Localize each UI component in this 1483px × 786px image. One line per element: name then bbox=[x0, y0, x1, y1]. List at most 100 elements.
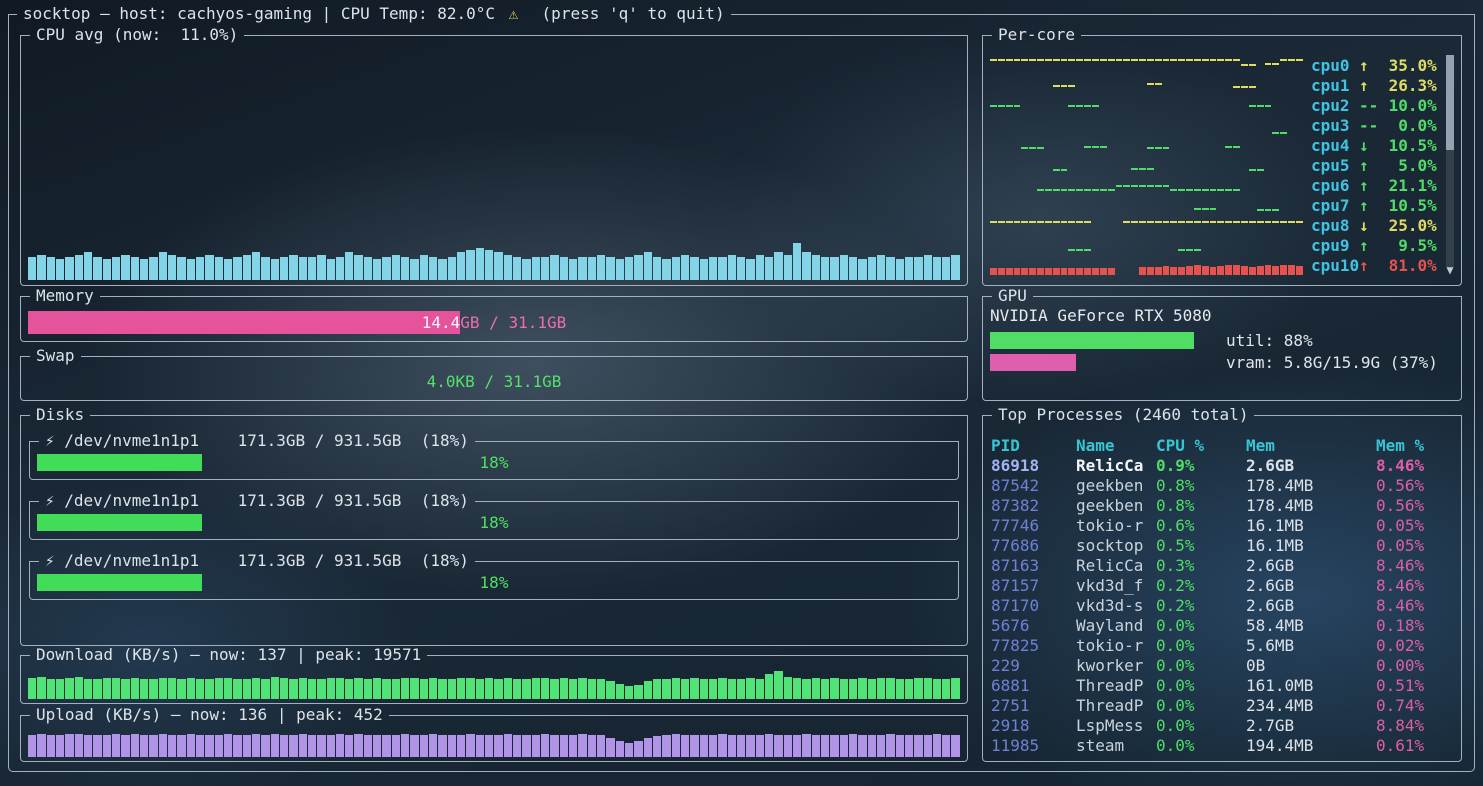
process-cell-cpu[interactable]: 0.8% bbox=[1156, 496, 1246, 515]
process-cell-mem[interactable]: 161.0MB bbox=[1246, 676, 1376, 695]
process-cell-mem[interactable]: 5.6MB bbox=[1246, 636, 1376, 655]
process-cell-memp[interactable]: 0.56% bbox=[1376, 496, 1453, 515]
border-segment bbox=[983, 35, 992, 36]
process-cell-pid[interactable]: 77825 bbox=[991, 636, 1076, 655]
history-bar bbox=[56, 735, 64, 757]
history-bar bbox=[868, 735, 876, 757]
process-cell-cpu[interactable]: 0.2% bbox=[1156, 576, 1246, 595]
process-cell-name[interactable]: geekben bbox=[1076, 496, 1156, 515]
border-segment bbox=[475, 561, 958, 562]
process-cell-cpu[interactable]: 0.9% bbox=[1156, 456, 1246, 475]
process-cell-pid[interactable]: 77746 bbox=[991, 516, 1076, 535]
process-cell-memp[interactable]: 8.46% bbox=[1376, 556, 1453, 575]
process-cell-name[interactable]: vkd3d-s bbox=[1076, 596, 1156, 615]
process-cell-memp[interactable]: 0.18% bbox=[1376, 616, 1453, 635]
process-cell-pid[interactable]: 87382 bbox=[991, 496, 1076, 515]
process-cell-name[interactable]: kworker bbox=[1076, 656, 1156, 675]
process-cell-mem[interactable]: 2.6GB bbox=[1246, 596, 1376, 615]
process-cell-name[interactable]: tokio-r bbox=[1076, 636, 1156, 655]
process-cell-mem[interactable]: 194.4MB bbox=[1246, 736, 1376, 755]
process-cell-name[interactable]: RelicCa bbox=[1076, 556, 1156, 575]
process-cell-pid[interactable]: 2751 bbox=[991, 696, 1076, 715]
process-cell-mem[interactable]: 234.4MB bbox=[1246, 696, 1376, 715]
process-cell-mem[interactable]: 2.6GB bbox=[1246, 576, 1376, 595]
core-sparkline bbox=[990, 95, 1303, 115]
process-cell-name[interactable]: Wayland bbox=[1076, 616, 1156, 635]
process-cell-mem[interactable]: 2.7GB bbox=[1246, 716, 1376, 735]
process-cell-pid[interactable]: 11985 bbox=[991, 736, 1076, 755]
history-bar bbox=[858, 735, 866, 757]
process-cell-pid[interactable]: 87157 bbox=[991, 576, 1076, 595]
process-cell-mem[interactable]: 0B bbox=[1246, 656, 1376, 675]
process-cell-memp[interactable]: 0.00% bbox=[1376, 656, 1453, 675]
process-cell-cpu[interactable]: 0.8% bbox=[1156, 476, 1246, 495]
process-cell-name[interactable]: socktop bbox=[1076, 536, 1156, 555]
scrollbar-thumb[interactable] bbox=[1446, 55, 1454, 150]
process-cell-name[interactable]: ThreadP bbox=[1076, 676, 1156, 695]
process-cell-mem[interactable]: 16.1MB bbox=[1246, 536, 1376, 555]
process-cell-mem[interactable]: 2.6GB bbox=[1246, 456, 1376, 475]
process-cell-memp[interactable]: 0.02% bbox=[1376, 636, 1453, 655]
process-cell-cpu[interactable]: 0.0% bbox=[1156, 636, 1246, 655]
history-bar bbox=[364, 735, 372, 757]
history-bar bbox=[560, 735, 568, 758]
process-cell-cpu[interactable]: 0.0% bbox=[1156, 616, 1246, 635]
process-cell-memp[interactable]: 8.84% bbox=[1376, 716, 1453, 735]
process-cell-memp[interactable]: 0.74% bbox=[1376, 696, 1453, 715]
process-cell-pid[interactable]: 5676 bbox=[991, 616, 1076, 635]
process-cell-name[interactable]: RelicCa bbox=[1076, 456, 1156, 475]
process-cell-mem[interactable]: 16.1MB bbox=[1246, 516, 1376, 535]
process-cell-cpu[interactable]: 0.5% bbox=[1156, 536, 1246, 555]
process-cell-mem[interactable]: 178.4MB bbox=[1246, 476, 1376, 495]
process-cell-memp[interactable]: 0.51% bbox=[1376, 676, 1453, 695]
download-panel: Download (KB/s) — now: 137 | peak: 19571 bbox=[20, 655, 968, 704]
process-cell-name[interactable]: steam bbox=[1076, 736, 1156, 755]
upload-chart bbox=[28, 727, 960, 757]
process-cell-pid[interactable]: 6881 bbox=[991, 676, 1076, 695]
process-cell-pid[interactable]: 87170 bbox=[991, 596, 1076, 615]
history-bar bbox=[243, 735, 251, 757]
scroll-down-icon[interactable]: ▼ bbox=[1444, 263, 1456, 277]
process-cell-cpu[interactable]: 0.0% bbox=[1156, 716, 1246, 735]
swap-panel: Swap 4.0KB / 31.1GB bbox=[20, 356, 968, 401]
process-cell-cpu[interactable]: 0.0% bbox=[1156, 656, 1246, 675]
process-cell-name[interactable]: geekben bbox=[1076, 476, 1156, 495]
history-bar bbox=[252, 734, 260, 757]
process-cell-name[interactable]: vkd3d_f bbox=[1076, 576, 1156, 595]
process-cell-name[interactable]: ThreadP bbox=[1076, 696, 1156, 715]
process-cell-pid[interactable]: 87163 bbox=[991, 556, 1076, 575]
process-cell-cpu[interactable]: 0.2% bbox=[1156, 596, 1246, 615]
process-cell-cpu[interactable]: 0.3% bbox=[1156, 556, 1246, 575]
history-bar bbox=[737, 735, 745, 757]
process-cell-memp[interactable]: 8.46% bbox=[1376, 456, 1453, 475]
process-cell-mem[interactable]: 58.4MB bbox=[1246, 616, 1376, 635]
history-bar bbox=[802, 252, 810, 280]
process-cell-memp[interactable]: 8.46% bbox=[1376, 596, 1453, 615]
process-cell-name[interactable]: LspMess bbox=[1076, 716, 1156, 735]
process-cell-pid[interactable]: 77686 bbox=[991, 536, 1076, 555]
process-cell-pid[interactable]: 87542 bbox=[991, 476, 1076, 495]
history-bar bbox=[93, 735, 101, 757]
history-bar bbox=[448, 735, 456, 757]
process-cell-mem[interactable]: 2.6GB bbox=[1246, 556, 1376, 575]
process-cell-name[interactable]: tokio-r bbox=[1076, 516, 1156, 535]
process-cell-cpu[interactable]: 0.0% bbox=[1156, 696, 1246, 715]
process-cell-memp[interactable]: 0.61% bbox=[1376, 736, 1453, 755]
history-bar bbox=[569, 735, 577, 757]
process-cell-cpu[interactable]: 0.6% bbox=[1156, 516, 1246, 535]
process-cell-memp[interactable]: 8.46% bbox=[1376, 576, 1453, 595]
process-cell-memp[interactable]: 0.05% bbox=[1376, 516, 1453, 535]
process-cell-mem[interactable]: 178.4MB bbox=[1246, 496, 1376, 515]
process-cell-pid[interactable]: 86918 bbox=[991, 456, 1076, 475]
process-cell-pid[interactable]: 2918 bbox=[991, 716, 1076, 735]
history-bar bbox=[261, 735, 269, 757]
process-cell-memp[interactable]: 0.56% bbox=[1376, 476, 1453, 495]
per-core-panel: Per-core cpu0↑ 35.0%cpu1↑ 26.3%cpu2-- 10… bbox=[982, 35, 1462, 286]
process-cell-cpu[interactable]: 0.0% bbox=[1156, 676, 1246, 695]
process-cell-cpu[interactable]: 0.0% bbox=[1156, 736, 1246, 755]
process-cell-pid[interactable]: 229 bbox=[991, 656, 1076, 675]
history-bar bbox=[280, 257, 288, 280]
scrollbar-track[interactable] bbox=[1446, 55, 1454, 267]
process-cell-memp[interactable]: 0.05% bbox=[1376, 536, 1453, 555]
history-bar bbox=[634, 741, 642, 757]
